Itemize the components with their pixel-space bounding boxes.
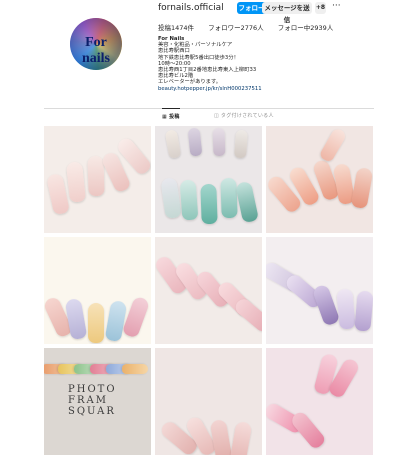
tab-tagged[interactable]: ◫ タグ付けされている人 xyxy=(214,112,274,119)
profile-username: fornails.official xyxy=(158,3,224,13)
suggest-button[interactable]: +8 xyxy=(315,2,326,14)
tag-icon: ◫ xyxy=(214,113,220,119)
grid-icon: ▦ xyxy=(162,114,168,120)
following-count[interactable]: フォロー中2939人 xyxy=(278,24,334,32)
post-6[interactable] xyxy=(266,237,373,344)
post-8[interactable] xyxy=(155,348,262,455)
post-9[interactable] xyxy=(266,348,373,455)
post-3[interactable] xyxy=(266,126,373,233)
tab-posts-label: 投稿 xyxy=(169,114,180,120)
posts-count[interactable]: 投稿1474件 xyxy=(158,24,194,32)
profile-avatar[interactable]: For nails xyxy=(70,18,122,70)
profile-header: For nails fornails.official フォローする メッセージ… xyxy=(0,0,420,100)
post-2[interactable] xyxy=(155,126,262,233)
profile-tabs: ▦ 投稿 ◫ タグ付けされている人 xyxy=(44,108,374,123)
photo-frame-caption: PHOTO FRAM SQUAR xyxy=(68,384,117,417)
post-1[interactable] xyxy=(44,126,151,233)
avatar-logo-text: For nails xyxy=(81,35,110,66)
post-7[interactable]: PHOTO FRAM SQUAR xyxy=(44,348,151,455)
followers-count[interactable]: フォロワー2776人 xyxy=(208,24,264,32)
profile-bio: For Nails 美容・化粧品・パーソナルケア 恵比寿駅西口 地下鉄恵比寿駅5… xyxy=(158,36,262,92)
profile-stats: 投稿1474件 フォロワー2776人 フォロー中2939人 xyxy=(158,22,345,32)
tab-tagged-label: タグ付けされている人 xyxy=(220,113,274,119)
more-options-icon[interactable]: ··· xyxy=(332,1,341,11)
tab-posts[interactable]: ▦ 投稿 xyxy=(162,108,180,120)
message-button[interactable]: メッセージを送信 xyxy=(262,2,312,24)
post-4[interactable] xyxy=(44,237,151,344)
post-5[interactable] xyxy=(155,237,262,344)
bio-link[interactable]: beauty.hotpepper.jp/kr/slnH000237511 xyxy=(158,86,262,92)
